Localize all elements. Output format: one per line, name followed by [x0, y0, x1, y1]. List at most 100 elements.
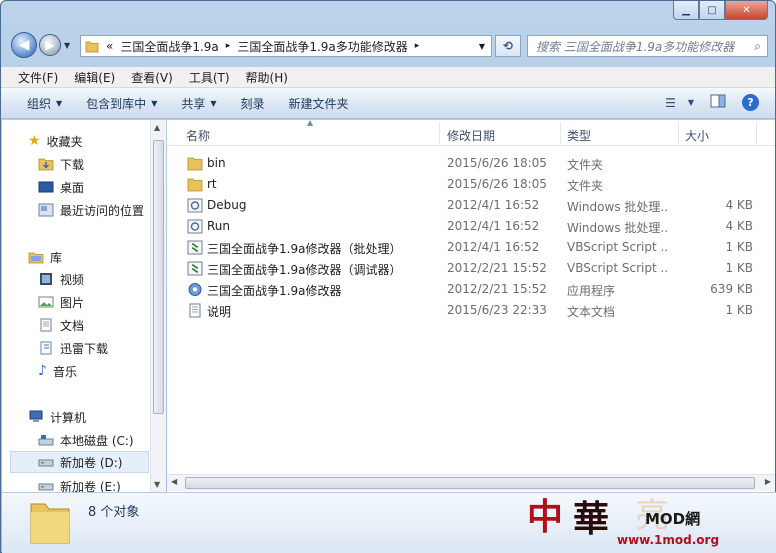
file-row[interactable]: rt 2015/6/26 18:05 文件夹	[167, 174, 767, 195]
column-header-type[interactable]: 类型	[567, 127, 591, 144]
desktop-icon	[38, 181, 54, 193]
scrollbar-thumb[interactable]	[153, 140, 164, 414]
menu-file[interactable]: 文件(F)	[18, 69, 58, 86]
file-size: 1 KB	[725, 261, 753, 275]
sidebar-item-desktop[interactable]: 桌面	[38, 176, 84, 198]
column-divider[interactable]	[439, 122, 440, 144]
computer-header[interactable]: 计算机	[28, 406, 86, 428]
folder-icon	[187, 177, 203, 192]
scroll-up-icon[interactable]: ▲	[154, 123, 160, 132]
sidebar-item-drive-c[interactable]: 本地磁盘 (C:)	[38, 429, 134, 451]
sidebar-item-label: 本地磁盘 (C:)	[60, 433, 134, 448]
menu-help[interactable]: 帮助(H)	[246, 69, 288, 86]
close-button[interactable]: ✕	[725, 1, 768, 20]
sidebar-item-label: 新加卷 (D:)	[60, 455, 123, 470]
breadcrumb-item[interactable]: 三国全面战争1.9a多功能修改器	[237, 38, 407, 55]
sidebar-item-documents[interactable]: 文档	[38, 314, 84, 336]
column-divider[interactable]	[678, 122, 679, 144]
back-button[interactable]: ◀	[11, 32, 37, 58]
search-placeholder: 搜索 三国全面战争1.9a多功能修改器	[536, 39, 735, 54]
site-watermark: 中 華 亮 MOD網 www.1mod.org	[527, 496, 719, 547]
file-row[interactable]: bin 2015/6/26 18:05 文件夹	[167, 153, 767, 174]
view-options-button[interactable]: ☰ ▼	[665, 96, 694, 110]
file-row[interactable]: 三国全面战争1.9a修改器（调试器） 2012/2/21 15:52 VBScrip…	[167, 258, 767, 279]
file-size: 1 KB	[725, 240, 753, 254]
file-date: 2012/4/1 16:52	[447, 240, 540, 254]
forward-button[interactable]: ▶	[39, 34, 61, 56]
folder-icon	[187, 156, 203, 171]
file-size: 4 KB	[725, 219, 753, 233]
file-size: 4 KB	[725, 198, 753, 212]
file-name: 三国全面战争1.9a修改器（批处理）	[207, 242, 402, 256]
sidebar-item-videos[interactable]: 视频	[38, 268, 84, 290]
svg-text:中: 中	[527, 496, 563, 538]
libraries-header[interactable]: 库	[28, 246, 62, 268]
breadcrumb-overflow-chevron[interactable]: «	[106, 39, 113, 53]
batch-file-icon	[187, 198, 203, 213]
column-header-date[interactable]: 修改日期	[447, 127, 495, 144]
breadcrumb-separator[interactable]: ▸	[415, 41, 420, 51]
new-folder-button[interactable]: 新建文件夹	[289, 95, 349, 112]
file-name: 说明	[207, 305, 232, 319]
navigation-pane-scrollbar[interactable]: ▲ ▼	[150, 120, 166, 492]
address-dropdown-icon[interactable]: ▼	[479, 42, 485, 51]
search-input[interactable]: 搜索 三国全面战争1.9a多功能修改器 ⌕	[527, 35, 768, 57]
application-gear-icon	[187, 282, 203, 297]
file-row[interactable]: 三国全面战争1.9a修改器（批处理） 2012/4/1 16:52 VBScript…	[167, 237, 767, 258]
file-size: 639 KB	[710, 282, 753, 296]
column-headers: ▲ 名称 修改日期 类型 大小	[167, 118, 775, 146]
preview-pane-icon	[710, 94, 726, 108]
sidebar-item-drive-d[interactable]: 新加卷 (D:)	[10, 451, 149, 473]
menu-view[interactable]: 查看(V)	[131, 69, 173, 86]
address-bar[interactable]: « 三国全面战争1.9a ▸ 三国全面战争1.9a多功能修改器 ▸ ▼	[80, 35, 492, 57]
sidebar-item-label: 迅雷下载	[60, 341, 109, 356]
menu-tools[interactable]: 工具(T)	[189, 69, 230, 86]
menu-edit[interactable]: 编辑(E)	[74, 69, 115, 86]
refresh-button[interactable]: ⟲	[495, 35, 521, 57]
search-icon[interactable]: ⌕	[754, 39, 761, 54]
favorites-header[interactable]: ★ 收藏夹	[28, 130, 83, 152]
file-name: 三国全面战争1.9a修改器	[207, 284, 342, 298]
file-row[interactable]: 说明 2015/6/23 22:33 文本文档 1 KB	[167, 300, 767, 321]
include-in-library-button[interactable]: 包含到库中 ▼	[86, 95, 157, 112]
column-divider[interactable]	[560, 122, 561, 144]
sidebar-item-thunder-downloads[interactable]: 迅雷下载	[38, 337, 108, 359]
column-header-name[interactable]: 名称	[186, 127, 210, 144]
vbscript-icon	[187, 261, 203, 276]
file-row[interactable]: 三国全面战争1.9a修改器 2012/2/21 15:52 应用程序 639 KB	[167, 279, 767, 300]
batch-file-icon	[187, 219, 203, 234]
sidebar-item-label: 最近访问的位置	[60, 203, 145, 218]
column-header-size[interactable]: 大小	[685, 127, 709, 144]
menu-bar: 文件(F) 编辑(E) 查看(V) 工具(T) 帮助(H)	[1, 67, 775, 88]
sidebar-item-recent-places[interactable]: 最近访问的位置	[38, 199, 144, 221]
file-row[interactable]: Debug 2012/4/1 16:52 Windows 批处理... 4 KB	[167, 195, 767, 216]
file-row[interactable]: Run 2012/4/1 16:52 Windows 批处理... 4 KB	[167, 216, 767, 237]
scrollbar-thumb[interactable]	[185, 477, 755, 489]
file-list-pane: ▲ 名称 修改日期 类型 大小 bin 2015/6/26 18:05 文件夹 rt 2…	[167, 118, 775, 492]
sidebar-item-pictures[interactable]: 图片	[38, 291, 84, 313]
sidebar-item-music[interactable]: ♪ 音乐	[38, 360, 77, 382]
breadcrumb-separator[interactable]: ▸	[226, 41, 231, 51]
help-icon[interactable]: ?	[742, 94, 759, 111]
file-type: 文本文档	[567, 305, 616, 319]
maximize-button[interactable]: □	[699, 1, 725, 20]
chevron-down-icon: ▼	[151, 98, 158, 108]
burn-button[interactable]: 刻录	[241, 95, 265, 112]
sidebar-item-label: 音乐	[52, 364, 77, 379]
sidebar-item-label: 图片	[60, 295, 85, 310]
preview-pane-button[interactable]	[710, 94, 726, 111]
sidebar-item-label: 新加卷 (E:)	[60, 479, 121, 493]
share-button[interactable]: 共享 ▼	[181, 95, 216, 112]
sidebar-item-downloads[interactable]: 下载	[38, 153, 84, 175]
sidebar-item-drive-e[interactable]: 新加卷 (E:)	[38, 475, 121, 492]
minimize-button[interactable]: ▁	[673, 1, 699, 20]
svg-text:華: 華	[573, 498, 609, 540]
column-divider[interactable]	[756, 122, 757, 144]
recent-pages-dropdown[interactable]: ▼	[64, 41, 70, 50]
horizontal-scrollbar[interactable]: ◀ ▶	[167, 474, 775, 491]
breadcrumb-item[interactable]: 三国全面战争1.9a	[120, 38, 218, 55]
scroll-down-icon[interactable]: ▼	[154, 480, 160, 489]
scroll-right-icon[interactable]: ▶	[765, 477, 771, 486]
organize-button[interactable]: 组织 ▼	[27, 95, 62, 112]
scroll-left-icon[interactable]: ◀	[171, 477, 177, 486]
